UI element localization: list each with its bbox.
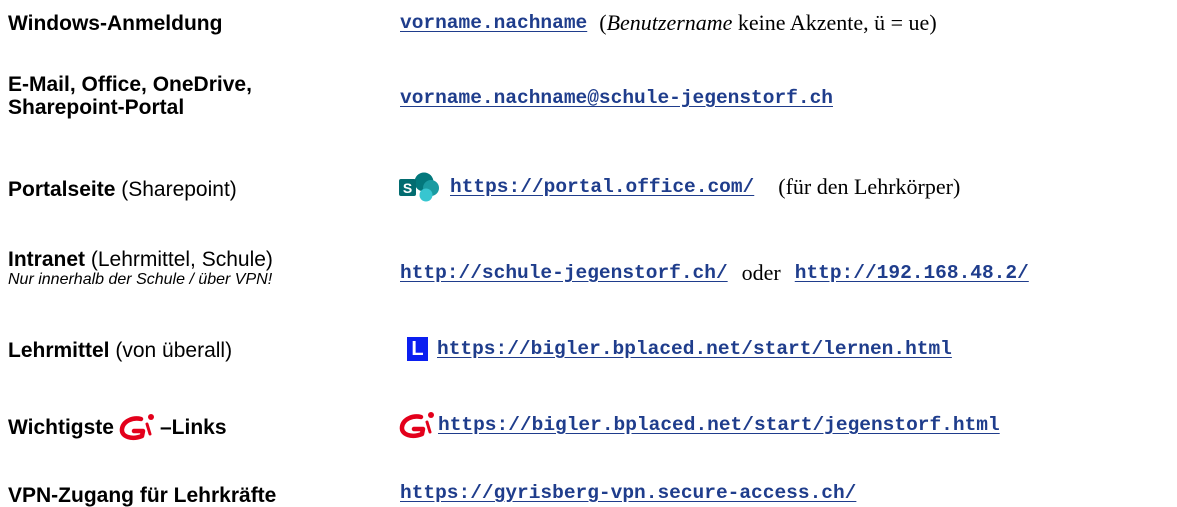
l-square-icon: L bbox=[407, 337, 428, 361]
label-vpn-text: VPN-Zugang für Lehrkräfte bbox=[8, 484, 277, 507]
value-portal: S https://portal.office.com/ (für den Le… bbox=[398, 172, 960, 202]
value-email-office: vorname.nachname@schule-jegenstorf.ch bbox=[400, 85, 833, 111]
school-logo-icon bbox=[119, 414, 154, 440]
label-links: –Links bbox=[159, 415, 227, 439]
value-vpn: https://gyrisberg-vpn.secure-access.ch/ bbox=[400, 480, 856, 506]
label-intranet: Intranet (Lehrmittel, Schule) Nur innerh… bbox=[8, 248, 273, 289]
value-wichtigste-links: https://bigler.bplaced.net/start/jegenst… bbox=[398, 410, 1000, 440]
intranet-link[interactable]: http://schule-jegenstorf.ch/ bbox=[400, 260, 728, 286]
label-lehrmittel: Lehrmittel (von überall) bbox=[8, 339, 232, 362]
label-windows-login-text: Windows-Anmeldung bbox=[8, 12, 223, 35]
lehrmittel-link[interactable]: https://bigler.bplaced.net/start/lernen.… bbox=[437, 336, 952, 362]
label-wichtigste: Wichtigste bbox=[8, 415, 114, 439]
label-lehrmittel-bold: Lehrmittel bbox=[8, 339, 110, 362]
label-email-office-line2: Sharepoint-Portal bbox=[8, 96, 185, 119]
username-link[interactable]: vorname.nachname bbox=[400, 10, 587, 36]
username-italic: Benutzername bbox=[606, 10, 733, 35]
jegenstorf-link[interactable]: https://bigler.bplaced.net/start/jegenst… bbox=[438, 412, 1000, 438]
intranet-ip-link[interactable]: http://192.168.48.2/ bbox=[795, 260, 1029, 286]
svg-text:S: S bbox=[403, 180, 412, 196]
label-portal: Portalseite (Sharepoint) bbox=[8, 178, 237, 201]
portal-link[interactable]: https://portal.office.com/ bbox=[450, 174, 754, 200]
value-windows-login: vorname.nachname (Benutzername keine Akz… bbox=[400, 10, 937, 36]
label-email-office: E-Mail, Office, OneDrive, Sharepoint-Por… bbox=[8, 73, 252, 119]
paren-open: ( bbox=[599, 10, 607, 35]
label-wichtigste-links: Wichtigste –Links bbox=[8, 412, 227, 442]
label-intranet-bold: Intranet bbox=[8, 248, 86, 271]
label-intranet-normal: (Lehrmittel, Schule) bbox=[85, 248, 273, 271]
label-lehrmittel-normal: (von überall) bbox=[109, 339, 233, 362]
label-email-office-line1: E-Mail, Office, OneDrive, bbox=[8, 73, 252, 96]
sharepoint-icon: S bbox=[399, 172, 439, 202]
label-windows-login: Windows-Anmeldung bbox=[8, 12, 222, 35]
email-link[interactable]: vorname.nachname@schule-jegenstorf.ch bbox=[400, 85, 833, 111]
school-logo-icon bbox=[399, 412, 434, 438]
label-portal-normal: (Sharepoint) bbox=[115, 178, 237, 201]
label-vpn: VPN-Zugang für Lehrkräfte bbox=[8, 484, 276, 507]
vpn-link[interactable]: https://gyrisberg-vpn.secure-access.ch/ bbox=[400, 480, 856, 506]
value-lehrmittel: L https://bigler.bplaced.net/start/lerne… bbox=[407, 336, 952, 362]
portal-note: (für den Lehrkörper) bbox=[778, 174, 961, 199]
value-intranet: http://schule-jegenstorf.ch/ oder http:/… bbox=[400, 260, 1029, 286]
intranet-note: Nur innerhalb der Schule / über VPN! bbox=[8, 271, 273, 288]
intranet-or: oder bbox=[741, 260, 781, 285]
username-hint: keine Akzente, ü = ue) bbox=[732, 10, 937, 35]
label-portal-bold: Portalseite bbox=[8, 178, 116, 201]
